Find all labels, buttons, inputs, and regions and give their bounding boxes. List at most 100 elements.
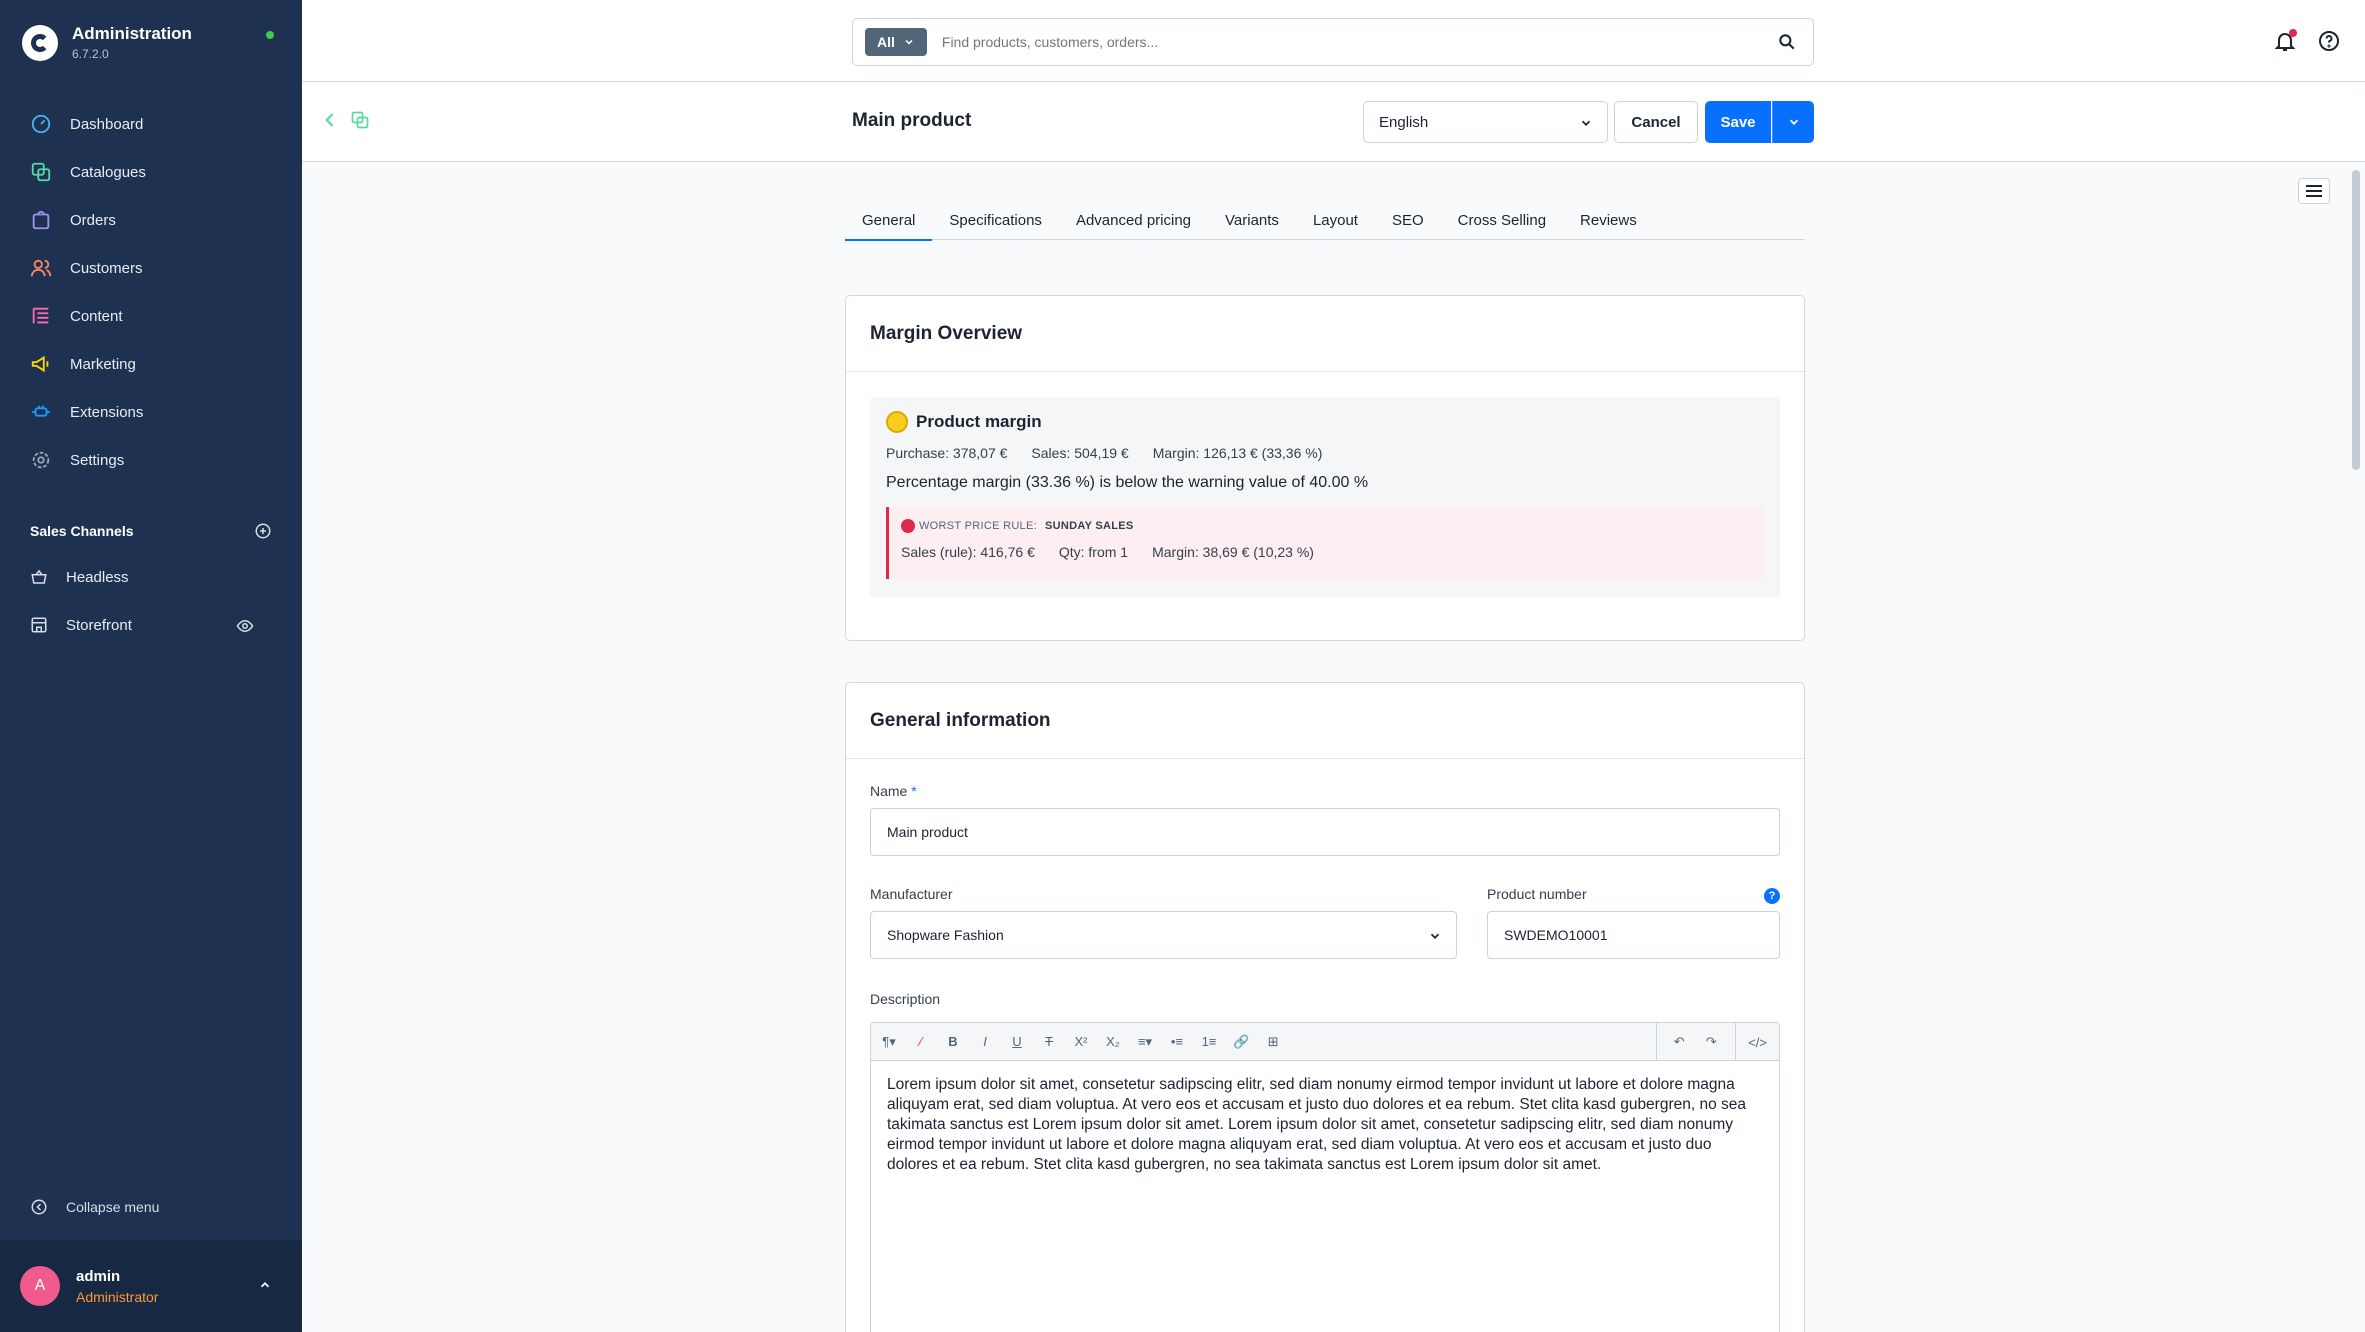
help-icon[interactable]: ? xyxy=(1764,888,1780,904)
page-title: Main product xyxy=(852,110,972,131)
undo-icon[interactable]: ↶ xyxy=(1671,1034,1687,1050)
description-editor: ¶▾ ⁄ B I U T X² X₂ ≡▾ •≡ 1≡ 🔗 ⊞ ↶ ↷ </> … xyxy=(870,1022,1780,1332)
paragraph-format-icon[interactable]: ¶▾ xyxy=(881,1034,897,1050)
sidebar-item-orders[interactable]: Orders xyxy=(0,196,302,244)
margin-value: Margin: 126,13 € (33,36 %) xyxy=(1152,445,1323,461)
extensions-icon xyxy=(31,405,51,417)
sidebar-item-label: Orders xyxy=(70,211,116,229)
content-icon xyxy=(32,307,49,324)
sidebar-item-customers[interactable]: Customers xyxy=(0,244,302,292)
rule-margin: Margin: 38,69 € (10,23 %) xyxy=(1152,544,1314,560)
tab-seo[interactable]: SEO xyxy=(1375,204,1441,240)
description-label: Description xyxy=(870,991,941,1007)
italic-icon[interactable]: I xyxy=(977,1034,993,1049)
orders-icon xyxy=(32,210,50,230)
notifications-button[interactable] xyxy=(2273,29,2297,53)
name-field[interactable]: Main product xyxy=(870,808,1780,856)
rule-qty: Qty: from 1 xyxy=(1058,544,1129,560)
hamburger-icon xyxy=(2306,185,2322,197)
chevron-down-icon xyxy=(1581,120,1591,126)
bullet-list-icon[interactable]: •≡ xyxy=(1169,1034,1185,1049)
tab-reviews[interactable]: Reviews xyxy=(1563,204,1654,240)
sidebar-item-settings[interactable]: Settings xyxy=(0,436,302,484)
collapse-icon xyxy=(31,1199,47,1215)
code-view-icon[interactable]: </> xyxy=(1735,1023,1779,1061)
chevron-down-icon xyxy=(1430,933,1440,939)
sidebar: Administration 6.7.2.0 Dashboard Catalog… xyxy=(0,0,302,1332)
link-icon[interactable]: 🔗 xyxy=(1233,1034,1249,1050)
collapse-menu-button[interactable]: Collapse menu xyxy=(30,1198,159,1216)
search-type-select[interactable]: All xyxy=(865,28,927,56)
tab-specifications[interactable]: Specifications xyxy=(932,204,1059,240)
underline-icon[interactable]: U xyxy=(1009,1034,1025,1049)
app-title: Administration xyxy=(72,24,192,43)
duplicate-icon[interactable] xyxy=(350,110,370,130)
sales-channel-list: Headless Storefront xyxy=(0,553,302,649)
card-title: Margin Overview xyxy=(846,296,1804,372)
superscript-icon[interactable]: X² xyxy=(1073,1034,1089,1049)
save-options-button[interactable] xyxy=(1772,101,1814,143)
sales-price: Sales: 504,19 € xyxy=(1031,445,1129,461)
sidebar-item-marketing[interactable]: Marketing xyxy=(0,340,302,388)
help-icon xyxy=(2319,31,2339,51)
help-button[interactable] xyxy=(2317,29,2341,53)
sidebar-item-catalogues[interactable]: Catalogues xyxy=(0,148,302,196)
tab-general[interactable]: General xyxy=(845,204,933,241)
sales-channel-label: Headless xyxy=(66,568,129,586)
manufacturer-value: Shopware Fashion xyxy=(887,927,1004,943)
main-nav: Dashboard Catalogues Orders Customers Co… xyxy=(0,100,302,484)
search-icon[interactable] xyxy=(1777,32,1797,52)
basket-icon xyxy=(31,569,47,584)
notification-badge xyxy=(2289,29,2297,37)
global-search: All xyxy=(852,18,1814,66)
description-text[interactable]: Lorem ipsum dolor sit amet, consetetur s… xyxy=(871,1061,1779,1189)
online-status-icon xyxy=(266,31,274,39)
language-select[interactable]: English xyxy=(1363,101,1608,143)
strikethrough-icon[interactable]: T xyxy=(1041,1034,1057,1049)
sales-channel-storefront[interactable]: Storefront xyxy=(0,601,302,649)
settings-icon xyxy=(32,451,50,469)
worst-rule-label: WORST PRICE RULE: xyxy=(919,520,1037,532)
add-sales-channel-icon[interactable] xyxy=(254,522,272,540)
card-title: General information xyxy=(846,683,1804,759)
sidebar-item-extensions[interactable]: Extensions xyxy=(0,388,302,436)
sales-channel-headless[interactable]: Headless xyxy=(0,553,302,601)
numbered-list-icon[interactable]: 1≡ xyxy=(1201,1034,1217,1049)
table-icon[interactable]: ⊞ xyxy=(1265,1034,1281,1050)
tab-variants[interactable]: Variants xyxy=(1208,204,1296,240)
smart-bar: Main product English Cancel Save xyxy=(302,82,2365,162)
editor-toolbar: ¶▾ ⁄ B I U T X² X₂ ≡▾ •≡ 1≡ 🔗 ⊞ ↶ ↷ </> xyxy=(871,1023,1779,1061)
sidebar-item-dashboard[interactable]: Dashboard xyxy=(0,100,302,148)
back-arrow-icon[interactable] xyxy=(320,110,340,130)
scrollbar-thumb[interactable] xyxy=(2352,170,2360,470)
tab-cross-selling[interactable]: Cross Selling xyxy=(1441,204,1563,240)
eye-icon[interactable] xyxy=(236,617,254,635)
product-number-field[interactable]: SWDEMO10001 xyxy=(1487,911,1780,959)
page-scrollbar[interactable] xyxy=(2350,162,2362,1332)
cancel-button[interactable]: Cancel xyxy=(1614,101,1698,143)
manufacturer-select[interactable]: Shopware Fashion xyxy=(870,911,1457,959)
chevron-up-icon[interactable] xyxy=(258,1278,272,1292)
sidebar-item-label: Settings xyxy=(70,451,125,469)
sidebar-item-content[interactable]: Content xyxy=(0,292,302,340)
product-number-value: SWDEMO10001 xyxy=(1504,927,1608,943)
redo-icon[interactable]: ↷ xyxy=(1703,1034,1719,1050)
general-information-card: General information Name * Main product … xyxy=(845,682,1805,1332)
align-icon[interactable]: ≡▾ xyxy=(1137,1034,1153,1050)
search-input[interactable] xyxy=(941,34,1777,50)
language-value: English xyxy=(1379,113,1429,131)
tab-layout[interactable]: Layout xyxy=(1296,204,1375,240)
product-margin-title: Product margin xyxy=(886,411,1042,433)
tab-advanced-pricing[interactable]: Advanced pricing xyxy=(1059,204,1208,240)
clear-format-icon[interactable]: ⁄ xyxy=(913,1034,929,1049)
user-menu[interactable]: A admin Administrator xyxy=(0,1240,302,1332)
brand[interactable]: Administration 6.7.2.0 xyxy=(22,24,192,61)
save-button[interactable]: Save xyxy=(1705,101,1771,143)
product-margin-label: Product margin xyxy=(916,412,1042,431)
dashboard-icon xyxy=(31,114,51,134)
sidebar-toggle-button[interactable] xyxy=(2298,178,2330,204)
bold-icon[interactable]: B xyxy=(945,1034,961,1049)
subscript-icon[interactable]: X₂ xyxy=(1105,1034,1121,1049)
catalogue-icon xyxy=(31,162,51,182)
sales-channels-header: Sales Channels xyxy=(30,522,272,540)
